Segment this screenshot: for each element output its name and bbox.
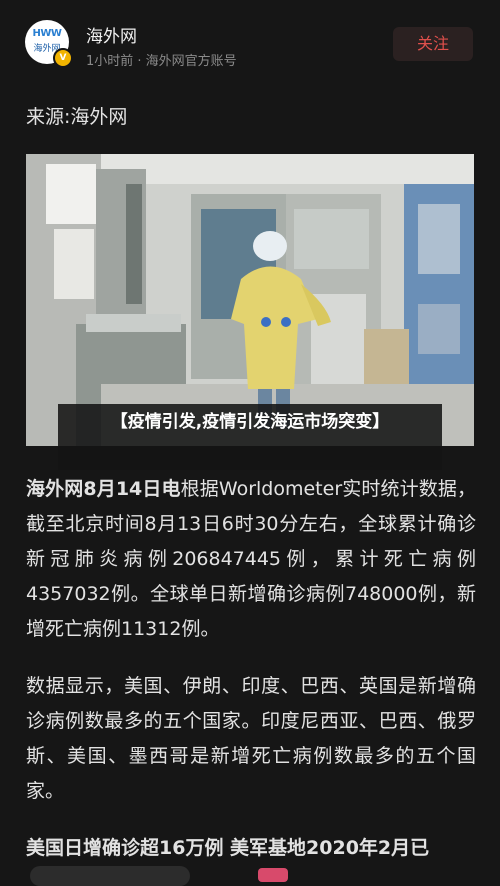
paragraph-1-text: 根据Worldometer实时统计数据，截至北京时间8月13日6时30分左右，全… [26,478,476,640]
article-paragraph-1: 海外网8月14日电根据Worldometer实时统计数据，截至北京时间8月13日… [26,472,476,647]
hospital-photo-illustration [26,154,474,446]
image-caption: 【疫情引发,疫情引发海运市场突变】 [58,404,442,470]
account-name[interactable]: 海外网 [86,22,137,47]
article-subheading: 美国日增确诊超16万例 美军基地2020年2月已 [26,837,430,859]
verified-badge-icon: V [53,48,73,68]
bottom-bar-icon[interactable] [258,868,288,882]
bottom-bar-fragment [30,866,190,886]
follow-button[interactable]: 关注 [393,27,473,61]
article-photo[interactable] [26,154,474,446]
article-source: 来源:海外网 [26,106,128,128]
dateline: 海外网8月14日电 [26,478,181,500]
article-header: HWW 海外网 V 海外网 1小时前 · 海外网官方账号 关注 [0,0,500,90]
avatar-logo-text: HWW [32,28,62,39]
article-paragraph-2: 数据显示，美国、伊朗、印度、巴西、英国是新增确诊病例数最多的五个国家。印度尼西亚… [26,675,476,802]
post-meta: 1小时前 · 海外网官方账号 [86,54,237,69]
